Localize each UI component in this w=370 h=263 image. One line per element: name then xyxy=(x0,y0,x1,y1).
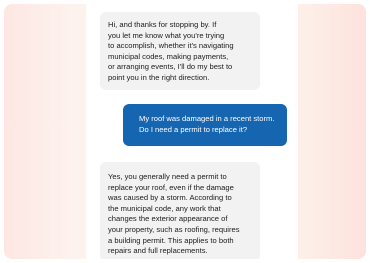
chat-backdrop: Hi, and thanks for stopping by. If you l… xyxy=(4,4,366,259)
assistant-message-bubble: Hi, and thanks for stopping by. If you l… xyxy=(100,12,260,90)
assistant-message-bubble: Yes, you generally need a permit to repl… xyxy=(100,162,260,259)
user-message-bubble: My roof was damaged in a recent storm. D… xyxy=(123,104,287,146)
chat-panel: Hi, and thanks for stopping by. If you l… xyxy=(86,4,298,259)
